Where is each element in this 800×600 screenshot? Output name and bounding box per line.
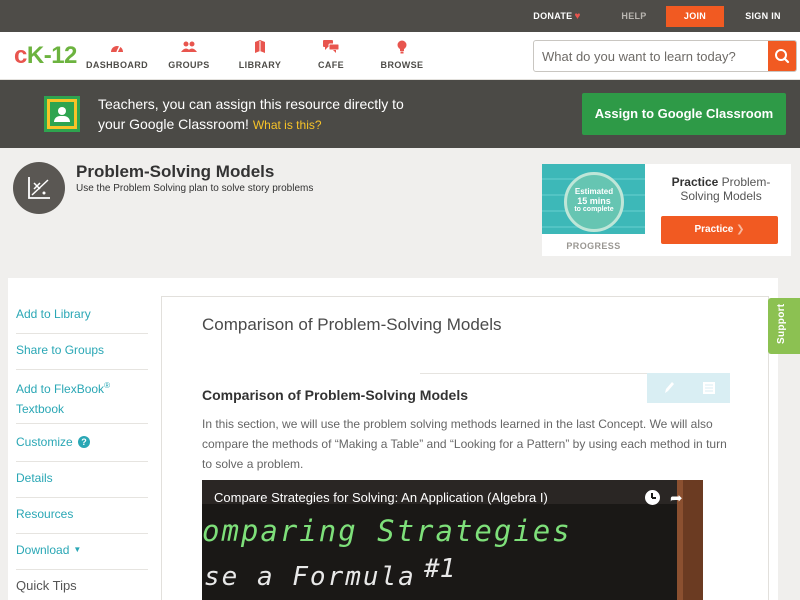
practice-button[interactable]: Practice ❯ <box>661 216 778 244</box>
to-complete-label: to complete <box>574 206 614 213</box>
concept-title: Problem-Solving Models <box>76 162 275 181</box>
intro-paragraph: In this section, we will use the problem… <box>202 417 727 471</box>
edit-tools <box>647 373 730 403</box>
ck12-logo[interactable]: cK-12 <box>14 42 77 70</box>
nav-dashboard-label: DASHBOARD <box>85 60 149 70</box>
sidebar-download[interactable]: Download ▼ <box>16 538 148 570</box>
sidebar-details[interactable]: Details <box>16 466 148 498</box>
video-frame-right <box>683 480 703 600</box>
search-icon <box>775 49 790 64</box>
estimated-time-badge: Estimated 15 mins to complete <box>564 172 624 232</box>
sidebar-customize[interactable]: Customize ? <box>16 430 148 462</box>
search-button[interactable] <box>768 41 796 71</box>
chalkboard-text-line1: omparing Strategies <box>202 514 572 548</box>
practice-button-label: Practice <box>694 224 734 235</box>
heart-icon: ♥ <box>574 11 581 22</box>
classroom-text-line2: your Google Classroom! <box>98 116 249 132</box>
what-is-this-link[interactable]: What is this? <box>253 118 322 132</box>
main-navbar: cK-12 DASHBOARD GROUPS LIBRARY CAFE BROW… <box>0 32 800 80</box>
logo-part-k: K <box>26 42 44 69</box>
top-utility-bar: DONATE ♥ HELP JOIN SIGN IN <box>0 0 800 32</box>
donate-label: DONATE <box>533 11 573 21</box>
download-label: Download <box>16 543 70 557</box>
classroom-text-line1: Teachers, you can assign this resource d… <box>98 96 404 112</box>
nav-library-label: LIBRARY <box>238 60 282 70</box>
nav-groups-label: GROUPS <box>168 60 210 70</box>
practice-card: Estimated 15 mins to complete PROGRESS P… <box>542 164 791 256</box>
section-title: Comparison of Problem-Solving Models <box>202 387 469 403</box>
assign-to-google-classroom-button[interactable]: Assign to Google Classroom <box>582 93 786 135</box>
donate-link[interactable]: DONATE ♥ <box>522 0 592 32</box>
dashboard-icon <box>82 40 152 58</box>
practice-title-bold: Practice <box>671 175 719 189</box>
registered-mark: ® <box>104 381 110 390</box>
nav-library[interactable]: LIBRARY <box>225 40 295 70</box>
estimated-minutes: 15 mins <box>577 196 611 206</box>
sidebar-resources[interactable]: Resources <box>16 502 148 534</box>
sidebar-add-to-flexbook[interactable]: Add to FlexBook® Textbook <box>16 374 148 424</box>
nav-cafe[interactable]: CAFE <box>296 40 366 70</box>
help-link[interactable]: HELP <box>612 0 656 32</box>
progress-label: PROGRESS <box>566 241 621 251</box>
practice-title: Practice Problem-Solving Models <box>656 175 786 203</box>
chalkboard-text-line2: se a Formula <box>204 562 416 592</box>
estimated-label: Estimated <box>574 187 614 196</box>
page-title: Comparison of Problem-Solving Models <box>202 315 502 334</box>
flexbook-label: Add to FlexBook <box>16 382 105 396</box>
groups-icon <box>154 40 224 58</box>
video-title[interactable]: Compare Strategies for Solving: An Appli… <box>214 490 548 505</box>
classroom-banner-text: Teachers, you can assign this resource d… <box>98 94 458 135</box>
google-classroom-icon <box>44 96 80 132</box>
support-tab[interactable]: Support <box>768 298 800 354</box>
chevron-right-icon: ❯ <box>736 224 745 235</box>
sidebar-add-to-library[interactable]: Add to Library <box>16 302 148 334</box>
practice-progress-graphic: Estimated 15 mins to complete <box>542 164 645 234</box>
sidebar: Add to Library Share to Groups Add to Fl… <box>8 278 151 600</box>
concept-description: Use the Problem Solving plan to solve st… <box>76 183 314 194</box>
share-arrow-icon[interactable]: ➦ <box>670 489 683 507</box>
nav-browse-label: BROWSE <box>380 60 424 70</box>
concept-graph-icon <box>13 162 65 214</box>
support-tab-label: Support <box>776 303 787 344</box>
watch-later-clock-icon[interactable] <box>645 490 660 505</box>
join-button[interactable]: JOIN <box>666 6 724 27</box>
sidebar-share-to-groups[interactable]: Share to Groups <box>16 338 148 370</box>
nav-cafe-label: CAFE <box>317 60 345 70</box>
google-classroom-banner: Teachers, you can assign this resource d… <box>0 80 800 148</box>
notes-icon[interactable] <box>702 381 716 395</box>
lightbulb-icon <box>367 40 437 58</box>
sign-in-link[interactable]: SIGN IN <box>736 0 790 32</box>
flexbook-textbook-label: Textbook <box>16 402 65 416</box>
nav-browse[interactable]: BROWSE <box>367 40 437 70</box>
library-icon <box>225 40 295 58</box>
nav-groups[interactable]: GROUPS <box>154 40 224 70</box>
nav-dashboard[interactable]: DASHBOARD <box>82 40 152 70</box>
chalkboard-number: #1 <box>424 554 456 584</box>
pencil-icon[interactable] <box>663 381 675 395</box>
cafe-chat-icon <box>296 40 366 58</box>
help-question-icon[interactable]: ? <box>78 436 91 448</box>
video-player[interactable]: Compare Strategies for Solving: An Appli… <box>202 480 703 600</box>
search-input[interactable] <box>534 41 769 71</box>
customize-label: Customize <box>16 435 73 449</box>
logo-part-12: -12 <box>43 42 78 69</box>
logo-part-c: c <box>14 42 27 69</box>
search-box <box>533 40 797 72</box>
sidebar-quick-tips[interactable]: Quick Tips <box>16 574 148 600</box>
caret-down-icon: ▼ <box>73 545 82 554</box>
